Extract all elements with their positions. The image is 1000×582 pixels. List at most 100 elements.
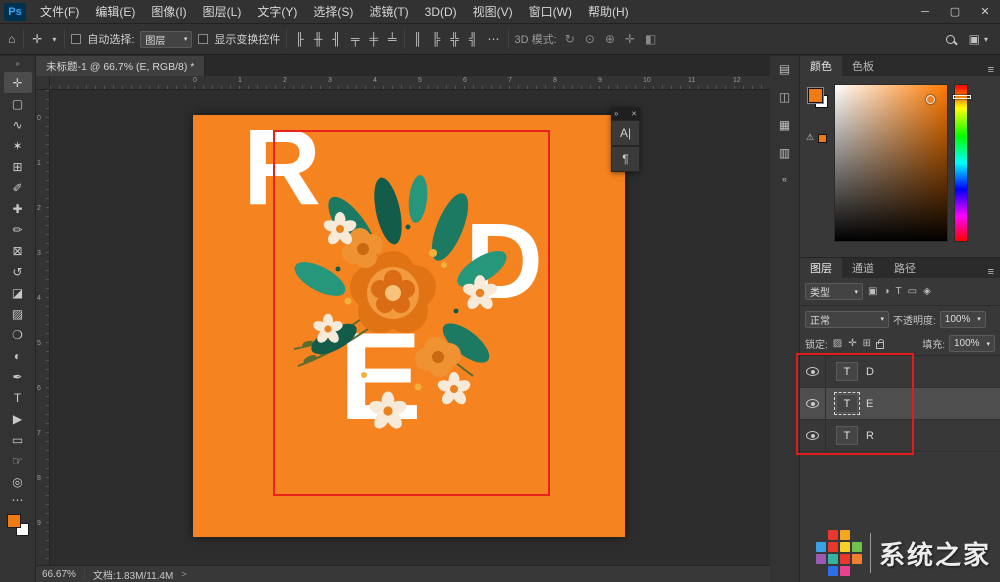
foreground-color-swatch[interactable] [7,514,21,528]
distribute-center-icon[interactable]: ╬ [449,32,462,46]
brush-tool[interactable]: ✏ [4,219,32,240]
ruler-origin-corner[interactable] [36,76,50,90]
auto-select-target-dropdown[interactable]: 图层 ▾ [140,31,192,48]
layer-filter-dropdown[interactable]: 类型 ▾ [805,283,863,300]
hue-slider[interactable] [954,84,968,242]
distribute-vertical-icon[interactable]: ║ [411,32,424,46]
eyedropper-tool[interactable]: ✐ [4,177,32,198]
pen-tool[interactable]: ✒ [4,366,32,387]
distribute-horizontal-icon[interactable]: ╠ [430,32,443,46]
document-tab[interactable]: 未标题-1 @ 66.7% (E, RGB/8) * [36,56,205,76]
collapse-panel-icon[interactable]: » [614,109,618,118]
zoom-level[interactable]: 66.67% [42,569,76,580]
tool-preset-arrow-icon[interactable]: ▾ [50,35,58,44]
current-tool-icon[interactable]: ✛ [30,32,44,46]
paragraph-panel-button[interactable]: ¶ [611,146,640,172]
character-panel-button[interactable]: A| [611,120,640,146]
menu-select[interactable]: 选择(S) [305,0,361,24]
layer-row-e[interactable]: T E [800,388,1000,420]
menu-layer[interactable]: 图层(L) [195,0,250,24]
3d-drag-icon[interactable]: ⊕ [603,32,617,46]
align-bottom-icon[interactable]: ╧ [386,32,399,46]
close-button[interactable]: ✕ [970,0,1000,24]
menu-type[interactable]: 文字(Y) [249,0,305,24]
color-picker-marker[interactable] [926,95,935,104]
layer-thumbnail-type[interactable]: T [836,362,858,381]
lock-artboard-icon[interactable]: ⊞ [862,338,872,349]
layer-row-d[interactable]: T D [800,356,1000,388]
menu-image[interactable]: 图像(I) [143,0,194,24]
menu-filter[interactable]: 滤镜(T) [361,0,416,24]
healing-brush-tool[interactable]: ✚ [4,198,32,219]
filter-smart-objects-icon[interactable]: ◈ [922,286,932,297]
collapse-dock-icon[interactable]: « [782,174,787,184]
layer-visibility-cell[interactable] [800,420,826,451]
blend-mode-dropdown[interactable]: 正常 ▾ [805,311,889,328]
show-transform-checkbox[interactable] [198,34,208,44]
workspace-switcher-icon[interactable]: ▣ [967,32,982,46]
maximize-button[interactable]: ▢ [940,0,970,24]
align-center-icon[interactable]: ╫ [312,32,325,46]
marquee-tool[interactable]: ▢ [4,93,32,114]
menu-3d[interactable]: 3D(D) [417,0,465,24]
type-tool[interactable]: T [4,387,32,408]
eraser-tool[interactable]: ◪ [4,282,32,303]
auto-select-checkbox[interactable] [71,34,81,44]
menu-view[interactable]: 视图(V) [465,0,521,24]
horizontal-ruler[interactable]: 0 1 2 3 4 5 6 7 8 9 10 11 12 [50,76,770,90]
canvas-pasteboard[interactable]: R D E [50,90,770,565]
panel-menu-icon[interactable]: ≡ [982,64,1000,76]
hand-tool[interactable]: ☞ [4,450,32,471]
tab-channels[interactable]: 通道 [842,258,884,278]
filter-pixel-layers-icon[interactable]: ▣ [867,286,878,297]
history-brush-tool[interactable]: ↺ [4,261,32,282]
history-panel-icon[interactable]: ▥ [779,146,790,160]
distribute-edges-icon[interactable]: ╣ [467,32,480,46]
tab-paths[interactable]: 路径 [884,258,926,278]
align-top-icon[interactable]: ╤ [349,32,362,46]
layer-visibility-cell[interactable] [800,388,826,419]
align-middle-icon[interactable]: ╪ [367,32,380,46]
adjustments-panel-icon[interactable]: ◫ [779,90,790,104]
path-selection-tool[interactable]: ▶ [4,408,32,429]
quick-selection-tool[interactable]: ✶ [4,135,32,156]
close-icon[interactable]: ✕ [631,110,637,118]
minimize-button[interactable]: ─ [910,0,940,24]
gamut-color-swatch[interactable] [818,134,827,143]
home-icon[interactable]: ⌂ [6,32,17,46]
3d-rotate-icon[interactable]: ↻ [563,32,577,46]
filter-adjustment-layers-icon[interactable]: ◑ [882,286,890,297]
lock-position-icon[interactable]: ✛ [847,338,857,349]
more-options-icon[interactable]: ⋯ [486,32,502,46]
layer-row-r[interactable]: T R [800,420,1000,452]
chevron-down-icon[interactable]: ▾ [982,35,990,44]
layer-visibility-cell[interactable] [800,356,826,387]
status-chevron-icon[interactable]: > [181,569,186,579]
layer-name[interactable]: R [866,430,874,442]
blur-tool[interactable]: ❍ [4,324,32,345]
opacity-dropdown[interactable]: 100% ▾ [940,311,986,328]
shape-tool[interactable]: ▭ [4,429,32,450]
menu-window[interactable]: 窗口(W) [521,0,580,24]
gradient-tool[interactable]: ▨ [4,303,32,324]
layer-name[interactable]: D [866,366,874,378]
styles-panel-icon[interactable]: ▦ [779,118,790,132]
foreground-color-swatch[interactable] [808,88,823,103]
3d-slide-icon[interactable]: ✛ [623,32,637,46]
crop-tool[interactable]: ⊞ [4,156,32,177]
lock-transparency-icon[interactable]: ▨ [832,338,843,349]
libraries-panel-icon[interactable]: ▤ [779,62,790,76]
align-left-icon[interactable]: ╟ [293,32,306,46]
vertical-ruler[interactable]: 0 1 2 3 4 5 6 7 8 9 [36,90,50,565]
panel-menu-icon[interactable]: ≡ [982,266,1000,278]
zoom-tool[interactable]: ◎ [4,471,32,492]
filter-type-layers-icon[interactable]: T [895,286,903,297]
lock-all-icon[interactable] [876,342,884,349]
menu-edit[interactable]: 编辑(E) [87,0,143,24]
search-icon[interactable] [946,35,955,44]
toolbar-collapse-icon[interactable]: » [15,59,19,68]
canvas-document[interactable]: R D E [193,115,625,537]
filter-shape-layers-icon[interactable]: ▭ [907,286,918,297]
saturation-brightness-picker[interactable] [834,84,948,242]
fill-dropdown[interactable]: 100% ▾ [949,335,995,352]
